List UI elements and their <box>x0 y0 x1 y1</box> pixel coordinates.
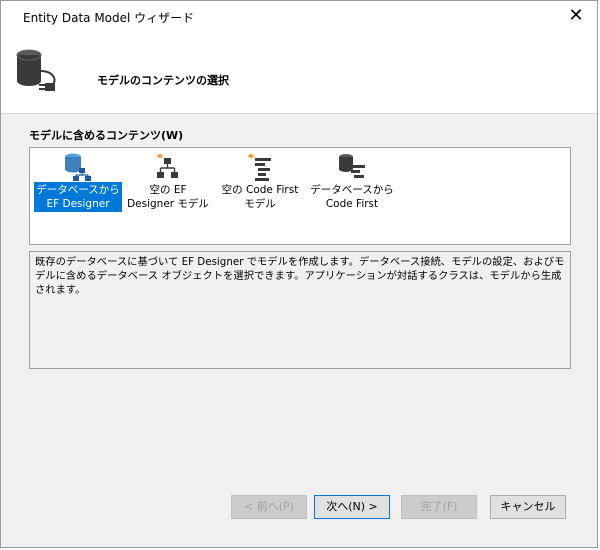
contents-list[interactable]: データベースから EF Designer 空の EF Designer モデル <box>29 147 571 245</box>
cancel-button[interactable]: キャンセル <box>490 495 566 519</box>
item-label: 空の EF Designer モデル <box>127 184 209 210</box>
empty-code-first-icon <box>248 153 271 181</box>
footer-divider <box>1 481 597 482</box>
wizard-header: モデルのコンテンツの選択 <box>1 31 597 114</box>
item-database-ef-designer[interactable]: データベースから EF Designer <box>34 152 122 214</box>
next-button[interactable]: 次へ(N) > <box>314 495 390 519</box>
contents-label: モデルに含めるコンテンツ(W) <box>29 129 184 142</box>
item-label: データベースから Code First <box>310 184 394 210</box>
header-title: モデルのコンテンツの選択 <box>97 74 229 87</box>
database-ef-designer-icon <box>65 153 91 181</box>
item-database-code-first[interactable]: データベースから Code First <box>308 152 396 214</box>
window-title: Entity Data Model ウィザード <box>23 11 195 25</box>
database-plug-icon <box>16 49 56 91</box>
empty-ef-designer-icon <box>157 153 178 178</box>
item-empty-code-first[interactable]: 空の Code First モデル <box>216 152 304 214</box>
description-panel: 既存のデータベースに基づいて EF Designer でモデルを作成します。デー… <box>29 251 571 369</box>
item-empty-ef-designer[interactable]: 空の EF Designer モデル <box>124 152 212 214</box>
database-code-first-icon <box>339 154 365 178</box>
title-bar: Entity Data Model ウィザード ✕ <box>1 1 597 31</box>
wizard-window: Entity Data Model ウィザード ✕ モデルのコンテンツの選択 モ… <box>0 0 598 548</box>
close-button[interactable]: ✕ <box>563 4 589 28</box>
item-label: 空の Code First モデル <box>221 184 299 210</box>
item-label: データベースから EF Designer <box>34 182 122 212</box>
finish-button[interactable]: 完了(F) <box>401 495 477 519</box>
back-button[interactable]: < 前へ(P) <box>231 495 307 519</box>
